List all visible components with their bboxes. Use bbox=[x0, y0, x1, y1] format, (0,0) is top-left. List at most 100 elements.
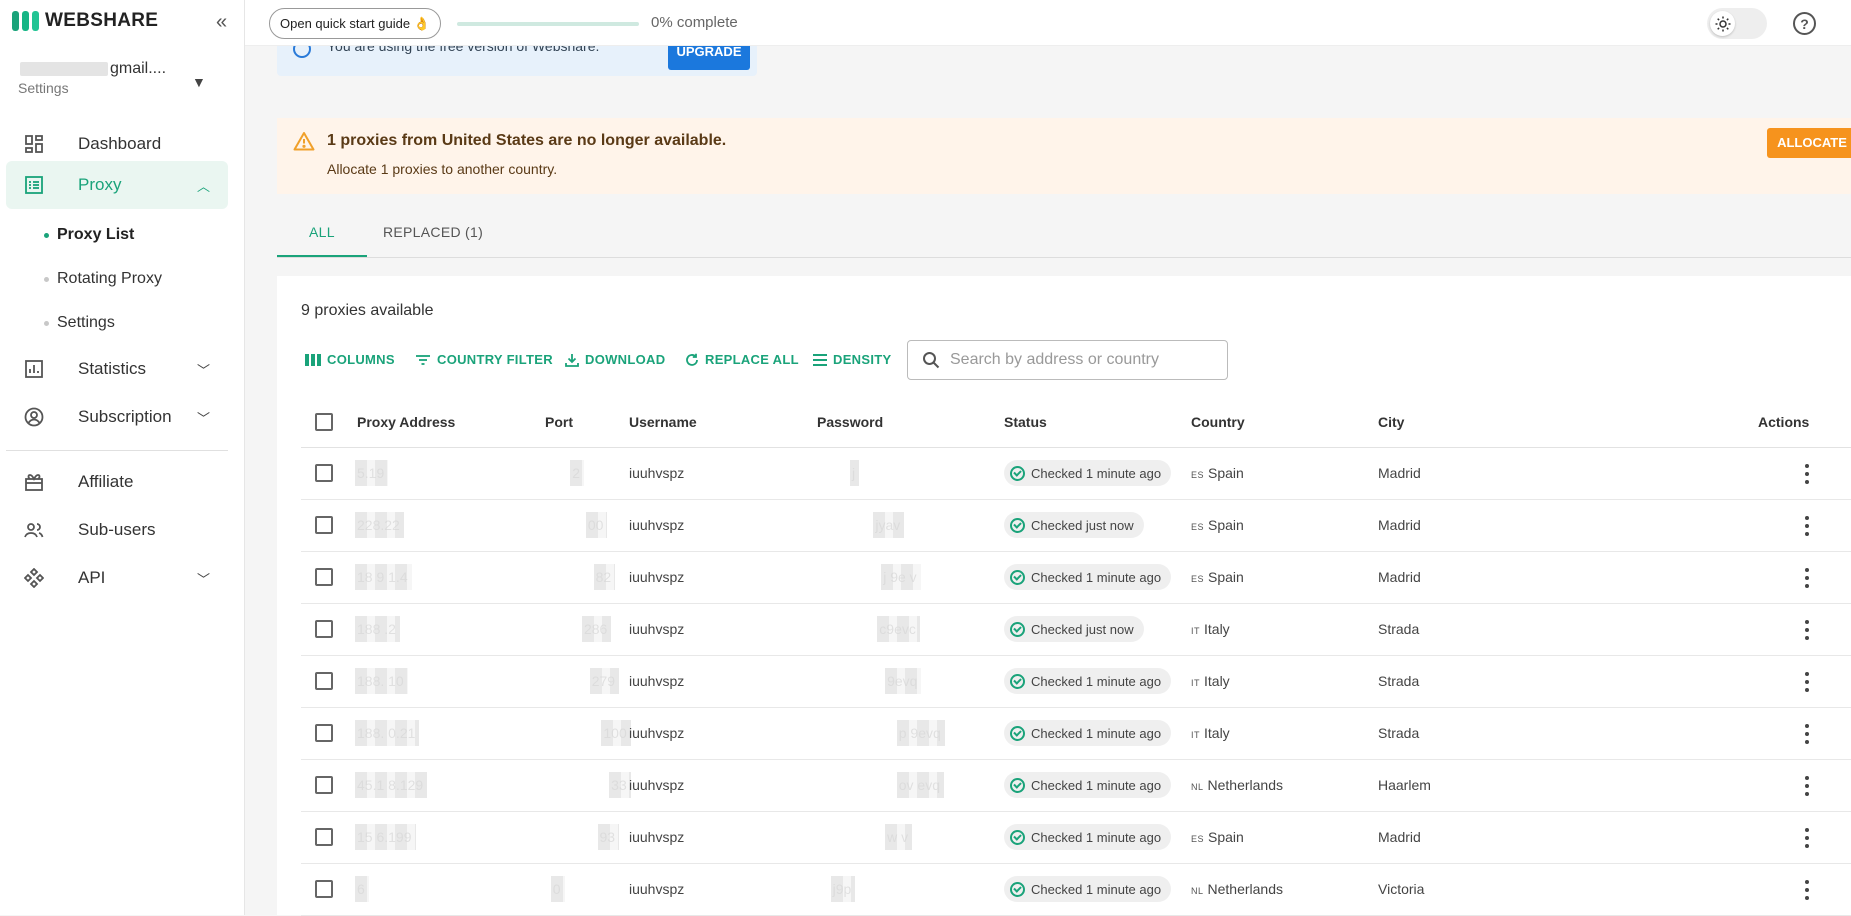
account-caret-icon[interactable]: ▼ bbox=[192, 74, 206, 90]
proxy-username[interactable]: iuuhvspz bbox=[629, 621, 684, 637]
sidebar-item-sub-users[interactable]: Sub-users bbox=[6, 506, 228, 554]
proxy-password[interactable]: j bbox=[852, 465, 855, 481]
proxy-username[interactable]: iuuhvspz bbox=[629, 725, 684, 741]
row-checkbox[interactable] bbox=[315, 672, 333, 690]
sidebar-subitem-settings[interactable]: Settings bbox=[44, 314, 115, 332]
sidebar-item-api[interactable]: API ﹀ bbox=[6, 554, 228, 602]
table-row[interactable]: 5.19 2 iuuhvspz j Checked 1 minute ago ES Spai… bbox=[301, 448, 1851, 500]
column-header-username[interactable]: Username bbox=[629, 414, 697, 430]
collapse-sidebar-icon[interactable]: « bbox=[216, 11, 227, 34]
upgrade-button[interactable]: UPGRADE bbox=[668, 46, 750, 70]
proxy-username[interactable]: iuuhvspz bbox=[629, 881, 684, 897]
proxy-username[interactable]: iuuhvspz bbox=[629, 569, 684, 585]
proxy-port[interactable]: 33 bbox=[611, 777, 627, 793]
proxy-port[interactable]: 2 bbox=[572, 465, 580, 481]
replace-all-button[interactable]: REPLACE ALL bbox=[685, 352, 799, 367]
columns-button[interactable]: COLUMNS bbox=[305, 352, 395, 367]
proxy-username[interactable]: iuuhvspz bbox=[629, 829, 684, 845]
proxy-address[interactable]: 15 6.199 bbox=[357, 829, 412, 845]
table-row[interactable]: 188. 10 279 iuuhvspz 9evq Checked 1 minute a… bbox=[301, 656, 1851, 708]
proxy-username[interactable]: iuuhvspz bbox=[629, 673, 684, 689]
table-row[interactable]: 15 6.199 93 iuuhvspz w v Checked 1 minute ag… bbox=[301, 812, 1851, 864]
proxy-port[interactable]: 286 bbox=[584, 621, 607, 637]
row-checkbox[interactable] bbox=[315, 464, 333, 482]
more-vert-icon[interactable] bbox=[1803, 516, 1811, 536]
column-header-city[interactable]: City bbox=[1378, 414, 1404, 430]
more-vert-icon[interactable] bbox=[1803, 672, 1811, 692]
proxy-address[interactable]: 6 bbox=[357, 881, 365, 897]
table-row[interactable]: 228.22 00 iuuhvspz jyav Checked just now ES Sp… bbox=[301, 500, 1851, 552]
more-vert-icon[interactable] bbox=[1803, 880, 1811, 900]
more-vert-icon[interactable] bbox=[1803, 724, 1811, 744]
select-all-checkbox[interactable] bbox=[315, 413, 333, 431]
proxy-address[interactable]: 188 .2 bbox=[357, 621, 396, 637]
free-version-banner: You are using the free version of Websha… bbox=[277, 46, 757, 76]
table-row[interactable]: 188. 0.21 100 iuuhvspz p 9evq Checked 1 minu… bbox=[301, 708, 1851, 760]
search-input[interactable] bbox=[950, 351, 1210, 369]
theme-toggle[interactable] bbox=[1707, 8, 1767, 39]
column-header-country[interactable]: Country bbox=[1191, 414, 1245, 430]
sidebar-item-affiliate[interactable]: Affiliate bbox=[6, 458, 228, 506]
sidebar-item-proxy[interactable]: Proxy ︿ bbox=[6, 161, 228, 209]
sidebar-item-statistics[interactable]: Statistics ﹀ bbox=[6, 345, 228, 393]
account-menu[interactable]: gmail.... Settings bbox=[18, 60, 220, 96]
table-row[interactable]: 18 9 1.4 82 iuuhvspz j 9e v Checked 1 minute… bbox=[301, 552, 1851, 604]
proxy-username[interactable]: iuuhvspz bbox=[629, 517, 684, 533]
list-icon bbox=[22, 173, 46, 197]
column-header-address[interactable]: Proxy Address bbox=[357, 414, 455, 430]
proxy-address[interactable]: 188. 0.21 bbox=[357, 725, 415, 741]
download-button[interactable]: DOWNLOAD bbox=[565, 352, 665, 367]
table-row[interactable]: 188 .2 286 iuuhvspz c9evc Checked just now IT… bbox=[301, 604, 1851, 656]
proxy-password[interactable]: p 9evq bbox=[899, 725, 941, 741]
sidebar-item-subscription[interactable]: Subscription ﹀ bbox=[6, 393, 228, 441]
proxy-address[interactable]: 188. 10 bbox=[357, 673, 404, 689]
proxy-address[interactable]: 18 9 1.4 bbox=[357, 569, 408, 585]
proxy-port[interactable]: 00 bbox=[588, 517, 604, 533]
proxy-password[interactable]: j 9e v bbox=[883, 569, 916, 585]
row-checkbox[interactable] bbox=[315, 568, 333, 586]
quick-start-guide-button[interactable]: Open quick start guide 👌 bbox=[269, 8, 441, 39]
proxy-password[interactable]: w v bbox=[887, 829, 908, 845]
row-checkbox[interactable] bbox=[315, 880, 333, 898]
proxy-port[interactable]: 82 bbox=[596, 569, 612, 585]
proxy-password[interactable]: 9evq bbox=[887, 673, 917, 689]
sidebar-subitem-rotating-proxy[interactable]: Rotating Proxy bbox=[44, 270, 162, 288]
more-vert-icon[interactable] bbox=[1803, 568, 1811, 588]
table-row[interactable]: 6 0 iuuhvspz j9p Checked 1 minute ago NL Nethe… bbox=[301, 864, 1851, 916]
proxy-port[interactable]: 100 bbox=[603, 725, 626, 741]
row-checkbox[interactable] bbox=[315, 828, 333, 846]
more-vert-icon[interactable] bbox=[1803, 464, 1811, 484]
proxy-address[interactable]: 5.19 bbox=[357, 465, 384, 481]
row-checkbox[interactable] bbox=[315, 620, 333, 638]
proxy-password[interactable]: jyav bbox=[875, 517, 900, 533]
proxy-address[interactable]: 228.22 bbox=[357, 517, 400, 533]
density-button[interactable]: DENSITY bbox=[813, 352, 891, 367]
row-checkbox[interactable] bbox=[315, 776, 333, 794]
proxy-password[interactable]: c9evc bbox=[879, 621, 916, 637]
more-vert-icon[interactable] bbox=[1803, 828, 1811, 848]
help-circle-icon[interactable]: ? bbox=[1793, 12, 1816, 35]
sidebar-subitem-proxy-list[interactable]: Proxy List bbox=[44, 226, 134, 244]
more-vert-icon[interactable] bbox=[1803, 776, 1811, 796]
tab-replaced[interactable]: REPLACED (1) bbox=[383, 224, 483, 240]
proxy-port[interactable]: 279 bbox=[592, 673, 615, 689]
column-header-password[interactable]: Password bbox=[817, 414, 883, 430]
proxies-available-count: 9 proxies available bbox=[301, 302, 434, 319]
row-checkbox[interactable] bbox=[315, 724, 333, 742]
logo[interactable]: WEBSHARE bbox=[12, 10, 158, 32]
proxy-password[interactable]: j9p bbox=[833, 881, 852, 897]
country-filter-button[interactable]: COUNTRY FILTER bbox=[415, 352, 553, 367]
column-header-status[interactable]: Status bbox=[1004, 414, 1047, 430]
row-checkbox[interactable] bbox=[315, 516, 333, 534]
proxy-address[interactable]: 45.1 8.129 bbox=[357, 777, 423, 793]
column-header-port[interactable]: Port bbox=[545, 414, 573, 430]
proxy-port[interactable]: 93 bbox=[600, 829, 616, 845]
table-row[interactable]: 45.1 8.129 33 iuuhvspz ov evq Checked 1 minu… bbox=[301, 760, 1851, 812]
more-vert-icon[interactable] bbox=[1803, 620, 1811, 640]
tab-all[interactable]: ALL bbox=[309, 224, 335, 240]
proxy-username[interactable]: iuuhvspz bbox=[629, 465, 684, 481]
proxy-username[interactable]: iuuhvspz bbox=[629, 777, 684, 793]
proxy-port[interactable]: 0 bbox=[553, 881, 561, 897]
proxy-password[interactable]: ov evq bbox=[899, 777, 940, 793]
allocate-button[interactable]: ALLOCATE bbox=[1767, 128, 1851, 158]
